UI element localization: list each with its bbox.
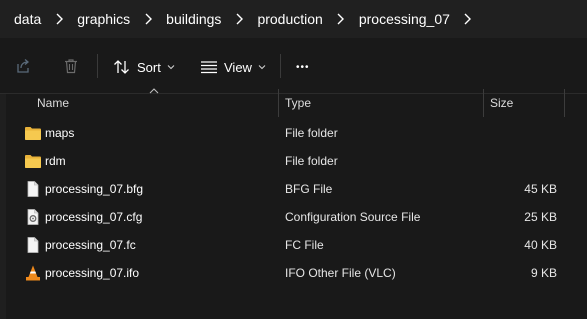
breadcrumb: data graphics buildings production proce… xyxy=(0,0,587,38)
delete-icon[interactable] xyxy=(61,56,81,76)
toolbar-divider xyxy=(280,54,281,78)
file-size: 45 KB xyxy=(524,182,557,196)
sort-button[interactable]: Sort xyxy=(113,54,175,80)
file-type: File folder xyxy=(285,126,338,140)
view-button[interactable]: View xyxy=(200,54,266,80)
breadcrumb-item-production[interactable]: production xyxy=(257,7,322,31)
file-name: processing_07.bfg xyxy=(45,182,144,196)
file-name: rdm xyxy=(45,154,66,168)
file-name: maps xyxy=(45,126,75,140)
file-type: IFO Other File (VLC) xyxy=(285,266,396,280)
column-divider[interactable] xyxy=(483,89,484,117)
folder-icon xyxy=(25,127,41,140)
view-icon xyxy=(201,61,217,74)
file-icon xyxy=(27,181,39,197)
list-item[interactable]: maps File folder xyxy=(0,119,587,147)
column-header-type[interactable]: Type xyxy=(285,89,311,117)
command-bar: Sort View ••• xyxy=(0,38,587,94)
vlc-icon xyxy=(26,265,40,281)
column-divider[interactable] xyxy=(278,89,279,117)
chevron-right-icon[interactable] xyxy=(47,12,71,26)
file-name: processing_07.ifo xyxy=(45,266,140,280)
file-type: File folder xyxy=(285,154,338,168)
list-item[interactable]: processing_07.bfg BFG File 45 KB xyxy=(0,175,587,203)
list-item[interactable]: processing_07.ifo IFO Other File (VLC) 9… xyxy=(0,259,587,287)
config-file-icon xyxy=(27,209,39,225)
file-type: FC File xyxy=(285,238,324,252)
chevron-down-icon xyxy=(167,65,175,70)
file-type: Configuration Source File xyxy=(285,210,421,224)
column-header-size[interactable]: Size xyxy=(490,89,513,117)
folder-icon xyxy=(25,155,41,168)
sort-icon xyxy=(114,60,129,74)
chevron-right-icon[interactable] xyxy=(456,12,480,26)
list-item[interactable]: rdm File folder xyxy=(0,147,587,175)
list-item[interactable]: processing_07.fc FC File 40 KB xyxy=(0,231,587,259)
more-options-button[interactable]: ••• xyxy=(296,54,310,80)
breadcrumb-item-processing[interactable]: processing_07 xyxy=(359,7,450,31)
chevron-right-icon[interactable] xyxy=(136,12,160,26)
column-header-name[interactable]: Name xyxy=(37,89,69,117)
list-item[interactable]: processing_07.cfg Configuration Source F… xyxy=(0,203,587,231)
chevron-right-icon[interactable] xyxy=(227,12,251,26)
file-size: 9 KB xyxy=(530,266,557,280)
file-icon xyxy=(27,237,39,253)
file-name: processing_07.fc xyxy=(45,238,136,252)
file-size: 25 KB xyxy=(524,210,557,224)
file-name: processing_07.cfg xyxy=(45,210,143,224)
breadcrumb-item-buildings[interactable]: buildings xyxy=(166,7,221,31)
file-size: 40 KB xyxy=(524,238,557,252)
chevron-down-icon xyxy=(258,65,266,70)
chevron-right-icon[interactable] xyxy=(329,12,353,26)
breadcrumb-item-data[interactable]: data xyxy=(14,7,41,31)
column-header-row: Name Type Size xyxy=(0,89,587,117)
column-divider[interactable] xyxy=(564,89,565,117)
view-label: View xyxy=(224,59,252,75)
toolbar-divider xyxy=(97,54,98,78)
file-type: BFG File xyxy=(285,182,333,196)
sort-label: Sort xyxy=(137,59,161,75)
share-icon[interactable] xyxy=(13,56,33,76)
file-list: maps File folder rdm File folder process… xyxy=(0,119,587,287)
breadcrumb-item-graphics[interactable]: graphics xyxy=(77,7,130,31)
